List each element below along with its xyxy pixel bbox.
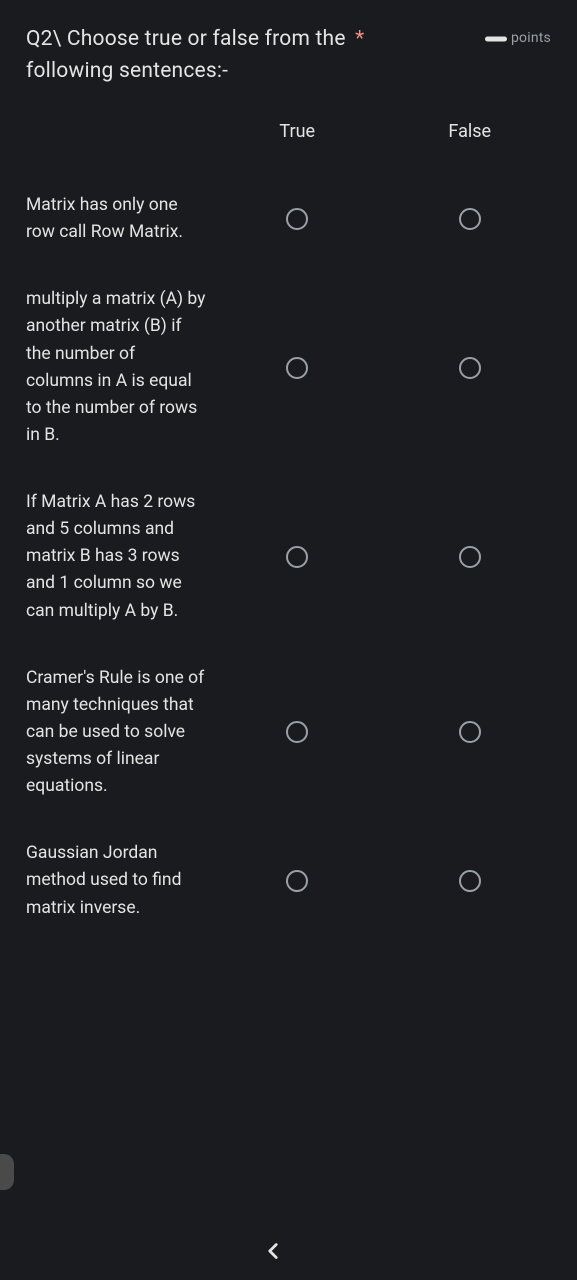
radio-true[interactable]: [286, 357, 308, 379]
radio-cell: [389, 172, 552, 266]
question-title-line1: Q2\ Choose true or false from the: [26, 27, 346, 51]
column-header-true: True: [216, 121, 379, 172]
grid-corner-blank: [26, 132, 206, 162]
row-label: Cramer's Rule is one of many techniques …: [26, 645, 206, 821]
radio-cell: [216, 172, 379, 266]
radio-cell: [389, 820, 552, 941]
radio-cell: [216, 469, 379, 645]
question-title-line2: following sentences:-: [26, 59, 228, 83]
radio-true[interactable]: [286, 870, 308, 892]
radio-false[interactable]: [459, 721, 481, 743]
radio-true[interactable]: [286, 208, 308, 230]
side-handle[interactable]: [0, 1154, 14, 1190]
row-label: Matrix has only one row call Row Matrix.: [26, 172, 206, 266]
radio-cell: [216, 820, 379, 941]
radio-cell: [389, 266, 552, 469]
radio-true[interactable]: [286, 546, 308, 568]
true-false-grid: True False Matrix has only one row call …: [26, 121, 551, 942]
radio-false[interactable]: [459, 357, 481, 379]
radio-cell: [389, 645, 552, 821]
points-indicator: 00 popoints: [489, 28, 551, 49]
radio-cell: [216, 645, 379, 821]
required-asterisk: *: [355, 27, 364, 51]
radio-false[interactable]: [459, 870, 481, 892]
radio-false[interactable]: [459, 546, 481, 568]
radio-true[interactable]: [286, 721, 308, 743]
column-header-false: False: [389, 121, 552, 172]
question-title: 00 popoints Q2\ Choose true or false fro…: [26, 24, 551, 87]
radio-false[interactable]: [459, 208, 481, 230]
row-label: If Matrix A has 2 rows and 5 columns and…: [26, 469, 206, 645]
row-label: multiply a matrix (A) by another matrix …: [26, 266, 206, 469]
row-label: Gaussian Jordan method used to find matr…: [26, 820, 206, 941]
question-card: 00 popoints Q2\ Choose true or false fro…: [0, 0, 577, 942]
radio-cell: [216, 266, 379, 469]
radio-cell: [389, 469, 552, 645]
chevron-up-icon[interactable]: [256, 1234, 290, 1268]
